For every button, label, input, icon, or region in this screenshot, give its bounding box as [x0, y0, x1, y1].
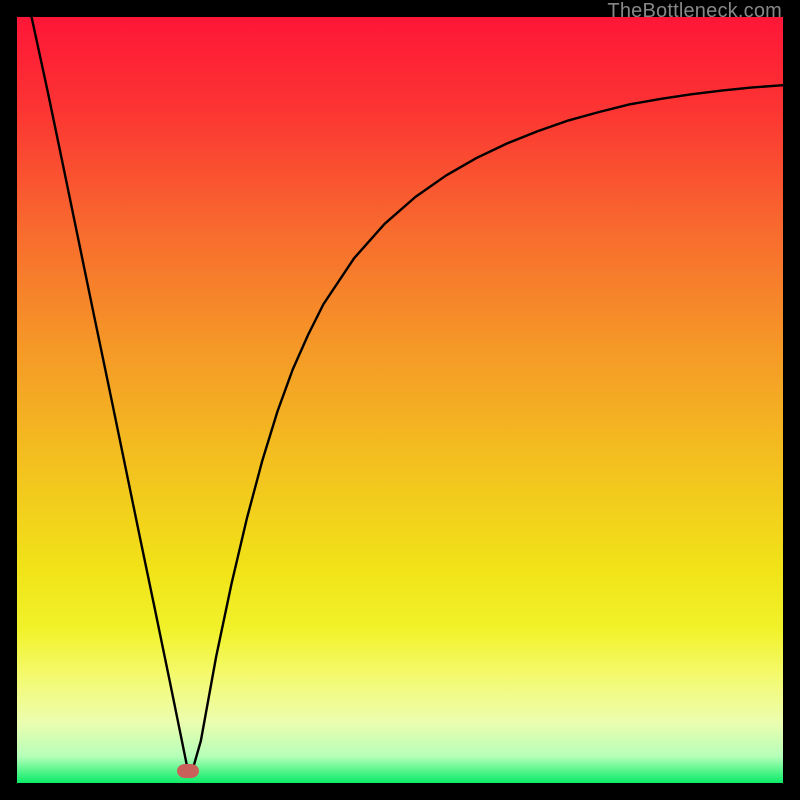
chart-frame	[17, 17, 783, 783]
gradient-background	[17, 17, 783, 783]
watermark-text: TheBottleneck.com	[607, 0, 782, 23]
optimum-marker	[177, 764, 199, 778]
bottleneck-chart	[17, 17, 783, 783]
